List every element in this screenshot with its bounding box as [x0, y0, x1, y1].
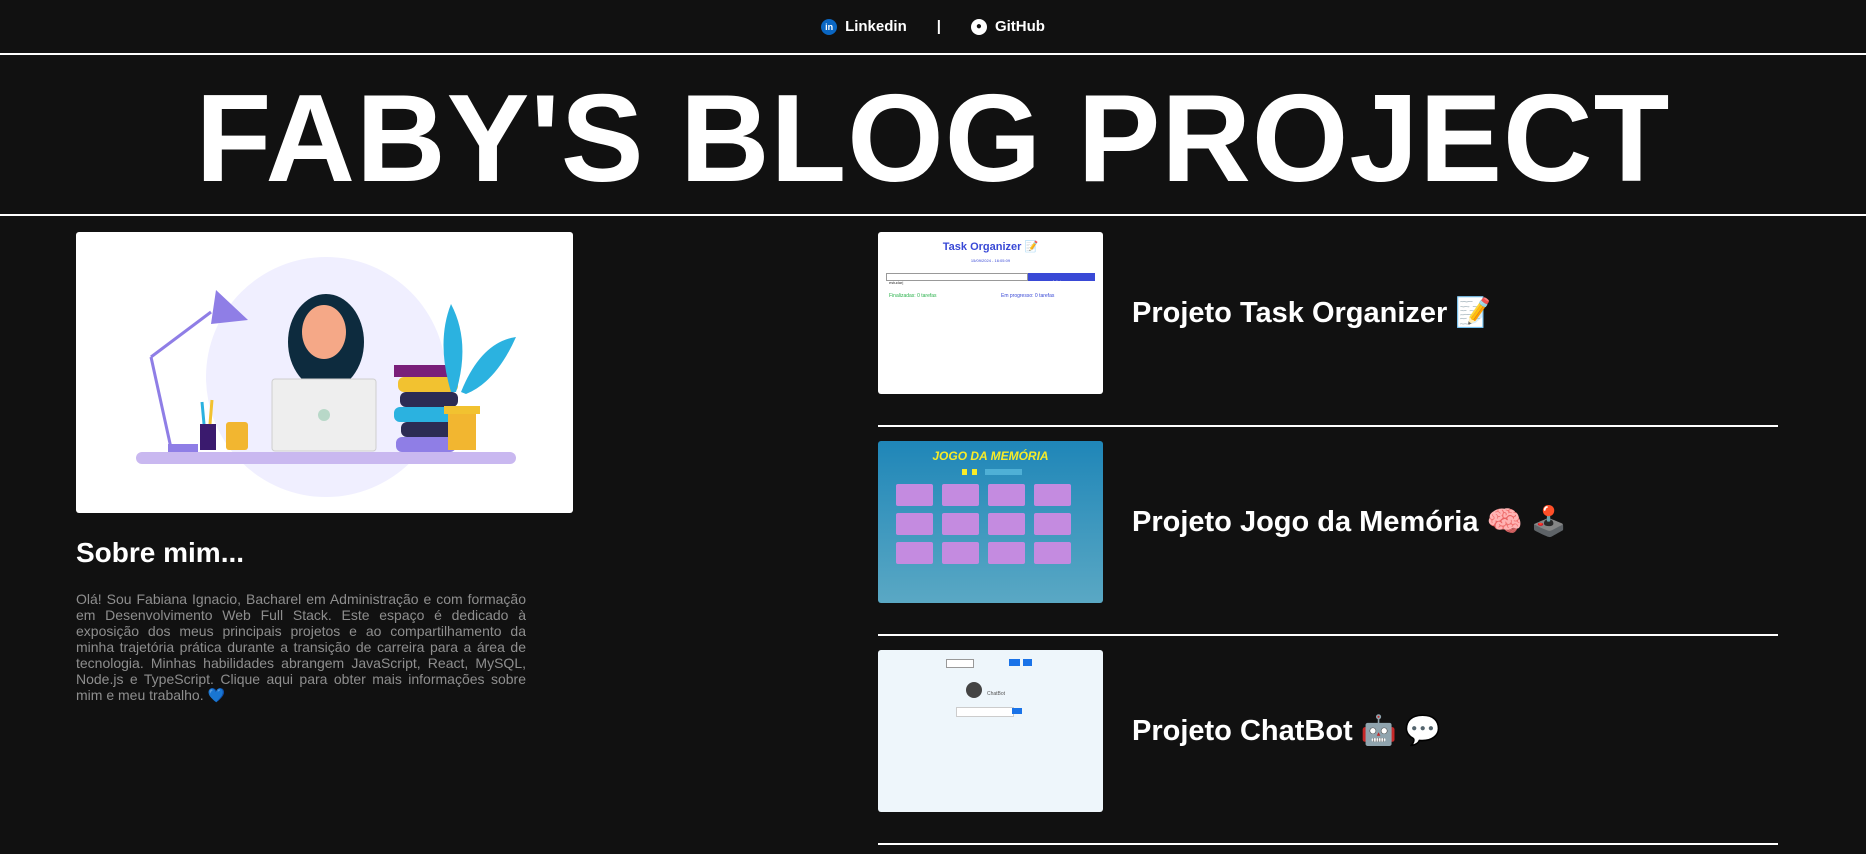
woman-at-laptop-illustration — [136, 257, 516, 497]
thumb-button-1 — [1009, 659, 1020, 666]
thumb-input-2 — [978, 659, 1006, 668]
memory-card — [988, 513, 1025, 535]
thumb-dates: 15/09/2024 - 16:05:09 — [970, 258, 1011, 263]
project-title-memory-game[interactable]: Projeto Jogo da Memória 🧠 🕹️ — [1132, 441, 1567, 603]
memory-card — [1034, 542, 1071, 564]
top-navigation: in Linkedin | ● GitHub — [0, 0, 1866, 55]
about-heading: Sobre mim... — [76, 537, 245, 568]
linkedin-label: Linkedin — [845, 18, 907, 35]
thumb-add-button-label: Adicionar — [1052, 279, 1069, 284]
thumb-card-grid — [896, 484, 1071, 564]
thumb-progress-count: Em progresso: 0 tarefas — [1001, 293, 1055, 299]
memory-card — [896, 513, 933, 535]
nav-separator: | — [936, 18, 941, 35]
hero-banner: FABY'S BLOG PROJECT — [0, 55, 1866, 216]
about-text[interactable]: Olá! Sou Fabiana Ignacio, Bacharel em Ad… — [76, 591, 526, 703]
memory-card — [942, 484, 979, 506]
project-card-task-organizer[interactable]: Task Organizer 📝 15/09/2024 - 16:05:09 e… — [878, 232, 1778, 427]
memory-game-thumbnail[interactable]: JOGO DA MEMÓRIA — [878, 441, 1103, 603]
memory-card — [896, 542, 933, 564]
project-title-task-organizer[interactable]: Projeto Task Organizer 📝 — [1132, 232, 1492, 394]
thumb-title: Task Organizer 📝 — [942, 241, 1039, 253]
thumb-chat-input — [956, 707, 1014, 717]
thumb-controls — [962, 469, 1022, 475]
thumb-button-2 — [1023, 659, 1032, 666]
chatbot-thumbnail[interactable]: ChatBot — [878, 650, 1103, 812]
projects-list: Task Organizer 📝 15/09/2024 - 16:05:09 e… — [878, 232, 1778, 845]
robot-icon — [966, 682, 982, 698]
memory-card — [942, 513, 979, 535]
page-title: FABY'S BLOG PROJECT — [195, 69, 1671, 208]
linkedin-link[interactable]: in Linkedin — [821, 18, 907, 35]
thumb-title: JOGO DA MEMÓRIA — [932, 449, 1049, 463]
github-label: GitHub — [994, 18, 1045, 35]
linkedin-icon: in — [821, 18, 838, 35]
memory-card — [942, 542, 979, 564]
project-card-chatbot[interactable]: ChatBot Projeto ChatBot 🤖 💬 — [878, 650, 1778, 845]
memory-card — [1034, 513, 1071, 535]
about-section: Sobre mim... Olá! Sou Fabiana Ignacio, B… — [76, 232, 573, 703]
memory-card — [988, 542, 1025, 564]
project-card-memory-game[interactable]: JOGO DA MEMÓRIA Projeto Jogo da Memória … — [878, 441, 1778, 636]
thumb-chatbot-label: ChatBot — [987, 691, 1006, 697]
thumb-input-1 — [946, 659, 974, 668]
github-link[interactable]: ● GitHub — [970, 18, 1045, 35]
memory-card — [896, 484, 933, 506]
project-title-chatbot[interactable]: Projeto ChatBot 🤖 💬 — [1132, 650, 1441, 812]
thumb-input: estudar| — [886, 273, 1028, 285]
memory-card — [1034, 484, 1071, 506]
github-icon: ● — [970, 18, 987, 35]
about-illustration — [76, 232, 573, 513]
memory-card — [988, 484, 1025, 506]
thumb-input-value: estudar| — [889, 280, 904, 285]
main-content: Sobre mim... Olá! Sou Fabiana Ignacio, B… — [0, 216, 1866, 852]
task-organizer-thumbnail[interactable]: Task Organizer 📝 15/09/2024 - 16:05:09 e… — [878, 232, 1103, 394]
thumb-done-count: Finalizadas: 0 tarefas — [889, 293, 937, 299]
thumb-add-button: Adicionar — [1028, 273, 1095, 284]
thumb-send-button — [1012, 708, 1022, 714]
